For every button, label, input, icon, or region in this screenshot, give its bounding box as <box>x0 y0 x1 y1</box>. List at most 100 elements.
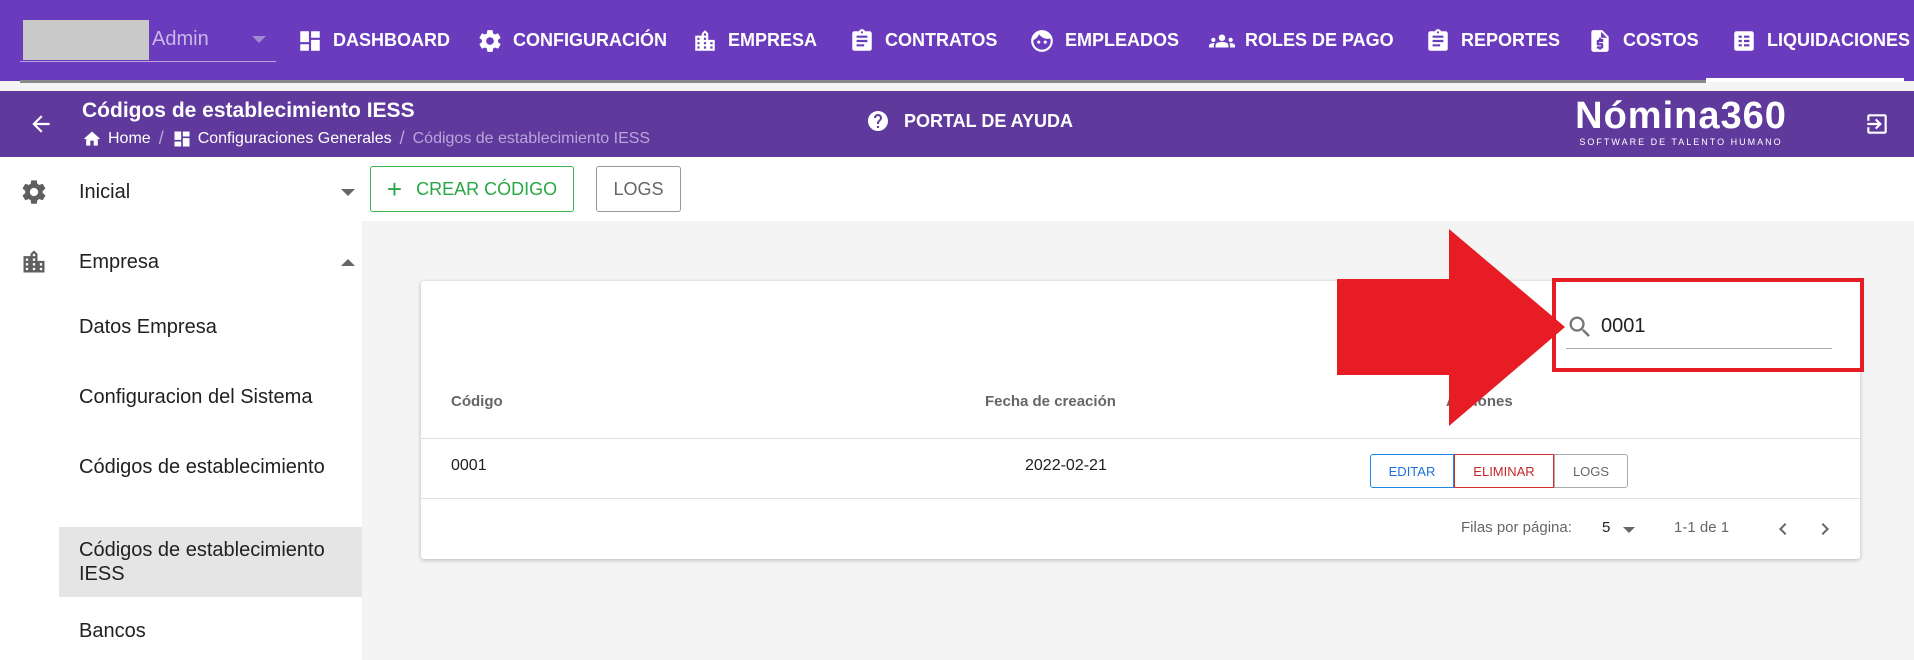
gear-icon <box>479 29 501 52</box>
breadcrumb-section[interactable]: Configuraciones Generales <box>172 129 392 149</box>
nav-roles-de-pago[interactable]: ROLES DE PAGO <box>1209 0 1394 81</box>
delete-button[interactable]: ELIMINAR <box>1454 454 1554 488</box>
annotation-highlight-box <box>1552 278 1864 372</box>
nav-label: CONTRATOS <box>885 30 998 50</box>
sidebar-item-codigos-establecimiento[interactable]: Códigos de establecimiento <box>59 449 362 485</box>
user-name: Admin <box>152 28 209 50</box>
nav-label: ROLES DE PAGO <box>1245 30 1394 50</box>
nav-empresa[interactable]: EMPRESA <box>692 0 817 81</box>
logo-main: Nómina360 <box>1575 95 1787 137</box>
rows-per-page-label: Filas por página: <box>1461 519 1572 536</box>
divider <box>421 438 1860 439</box>
invoice-icon <box>1591 29 1609 52</box>
chevron-up-icon <box>341 258 355 266</box>
nav-costos[interactable]: COSTOS <box>1587 0 1699 81</box>
breadcrumb: Home / Configuraciones Generales / Códig… <box>82 128 650 149</box>
sidebar-group-label: Inicial <box>79 180 131 203</box>
back-button[interactable] <box>28 111 54 137</box>
home-icon <box>83 131 101 146</box>
dashboard-icon <box>174 131 190 146</box>
sidebar-item-label: Códigos de establecimiento <box>79 456 325 478</box>
sidebar-item-bancos[interactable]: Bancos <box>59 613 362 649</box>
sidebar-item-label: Códigos de establecimiento IESS <box>79 539 325 585</box>
building-icon <box>23 250 45 273</box>
logout-button[interactable] <box>1864 111 1890 137</box>
rows-per-page-select[interactable]: 5 <box>1602 519 1610 536</box>
breadcrumb-home[interactable]: Home <box>82 129 151 149</box>
cell-codigo: 0001 <box>451 457 487 474</box>
toolbar: + CREAR CÓDIGO LOGS <box>362 157 1914 221</box>
nav-label: LIQUIDACIONES <box>1767 30 1911 50</box>
help-icon <box>868 111 888 131</box>
clipboard-icon <box>852 28 872 51</box>
sidebar-group-empresa[interactable]: Empresa <box>0 227 362 297</box>
help-label: PORTAL DE AYUDA <box>904 110 1074 131</box>
breadcrumb-label: Configuraciones Generales <box>197 129 392 147</box>
pagination-range: 1-1 de 1 <box>1674 519 1730 536</box>
sidebar-item-codigos-iess[interactable]: Códigos de establecimiento IESS <box>59 527 362 597</box>
nav-label: COSTOS <box>1623 30 1699 50</box>
logs-button[interactable]: LOGS <box>596 166 681 212</box>
sidebar-item-label: Datos Empresa <box>79 316 217 338</box>
sidebar-group-label: Empresa <box>79 250 160 273</box>
sidebar-group-inicial[interactable]: Inicial <box>0 157 362 227</box>
annotation-arrow-icon <box>1337 229 1565 426</box>
arrow-back-icon <box>32 115 50 133</box>
sidebar-item-datos-empresa[interactable]: Datos Empresa <box>59 309 362 345</box>
chevron-down-icon <box>341 188 355 196</box>
avatar <box>23 20 149 60</box>
sidebar-item-label: Configuracion del Sistema <box>79 386 313 408</box>
logout-icon <box>1867 114 1887 134</box>
divider <box>20 80 1706 83</box>
breadcrumb-current: Códigos de establecimiento IESS <box>412 129 651 147</box>
sidebar-item-label: Bancos <box>79 620 146 642</box>
nav-reportes[interactable]: REPORTES <box>1425 0 1560 81</box>
nav-liquidaciones[interactable]: LIQUIDACIONES <box>1731 0 1910 81</box>
user-selector[interactable]: Admin <box>20 18 276 62</box>
gear-icon <box>22 180 46 204</box>
create-code-label: CREAR CÓDIGO <box>416 178 558 199</box>
column-header-codigo[interactable]: Código <box>451 393 503 410</box>
edit-button[interactable]: EDITAR <box>1370 454 1454 488</box>
chevron-down-icon <box>1623 527 1635 533</box>
chevron-left-icon <box>1779 523 1787 535</box>
page-header: Códigos de establecimiento IESS Home / C… <box>0 91 1914 157</box>
page-title: Códigos de establecimiento IESS <box>82 99 415 122</box>
group-icon <box>1209 34 1235 47</box>
nav-empleados[interactable]: EMPLEADOS <box>1029 0 1179 81</box>
dashboard-icon <box>300 30 320 51</box>
chevron-right-icon <box>1821 523 1829 535</box>
face-icon <box>1031 29 1053 52</box>
row-logs-button[interactable]: LOGS <box>1554 454 1628 488</box>
active-tab-indicator <box>1706 78 1904 82</box>
breadcrumb-separator: / <box>399 128 405 148</box>
building-icon <box>695 29 715 51</box>
nav-label: EMPLEADOS <box>1065 30 1180 50</box>
logo-tagline: SOFTWARE DE TALENTO HUMANO <box>1579 137 1783 147</box>
column-header-fecha[interactable]: Fecha de creación <box>985 393 1116 410</box>
nav-label: CONFIGURACIÓN <box>513 30 667 50</box>
plus-icon: + <box>386 174 403 204</box>
nav-dashboard[interactable]: DASHBOARD <box>297 0 450 81</box>
brand-logo: Nómina360 SOFTWARE DE TALENTO HUMANO <box>1568 95 1794 147</box>
divider <box>421 498 1860 499</box>
logs-label: LOGS <box>613 178 664 199</box>
nav-label: REPORTES <box>1461 30 1561 50</box>
chevron-down-icon <box>252 36 266 43</box>
breadcrumb-label: Home <box>108 129 151 147</box>
nav-label: DASHBOARD <box>333 30 450 50</box>
sidebar-item-configuracion-sistema[interactable]: Configuracion del Sistema <box>59 379 362 415</box>
cell-fecha: 2022-02-21 <box>1025 457 1107 474</box>
previous-page-button[interactable] <box>1771 517 1795 541</box>
nav-label: EMPRESA <box>728 30 818 50</box>
nav-contratos[interactable]: CONTRATOS <box>849 0 997 81</box>
sidebar: Inicial Empresa Datos Empresa Configurac… <box>0 157 362 660</box>
breadcrumb-separator: / <box>158 128 164 148</box>
top-navbar: Admin DASHBOARD CONFIGURACIÓN EMPRESA CO… <box>0 0 1914 81</box>
nav-configuracion[interactable]: CONFIGURACIÓN <box>477 0 667 81</box>
create-code-button[interactable]: + CREAR CÓDIGO <box>370 166 574 212</box>
next-page-button[interactable] <box>1813 517 1837 541</box>
list-icon <box>1734 30 1754 51</box>
help-portal-link[interactable]: PORTAL DE AYUDA <box>866 109 1073 133</box>
row-actions: EDITAR ELIMINAR LOGS <box>1370 454 1628 488</box>
